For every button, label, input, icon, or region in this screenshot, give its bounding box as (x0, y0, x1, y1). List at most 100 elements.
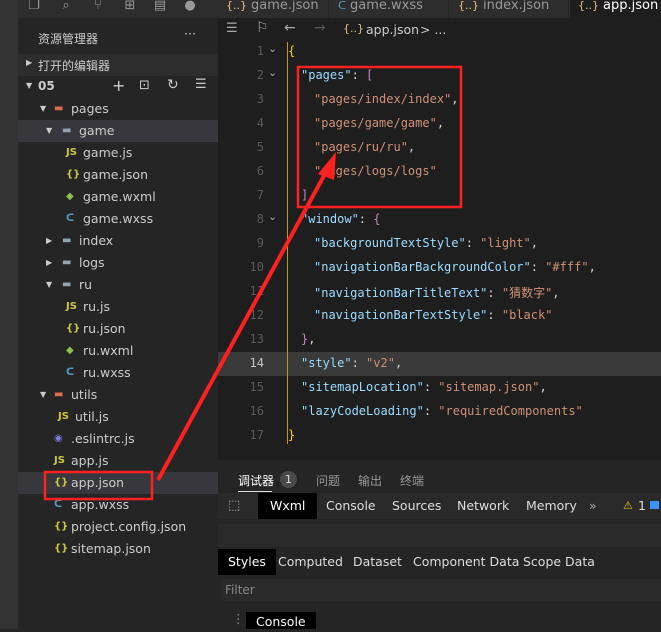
tree-item-ru[interactable]: ▼ ▬ ru (18, 274, 218, 296)
bookmark-icon[interactable]: ⚐ (256, 20, 269, 36)
back-icon[interactable]: ← (284, 20, 296, 36)
code-line[interactable]: { (288, 44, 295, 58)
tree-item-app-js[interactable]: JS app.js (18, 450, 218, 472)
code-token: "#fff" (545, 260, 589, 274)
tree-item-logs[interactable]: ▶ ▬ logs (18, 252, 218, 274)
tree-item-pages[interactable]: ▼ ▬ pages (18, 98, 218, 120)
line-number: 4 (256, 116, 264, 130)
more-tabs-button[interactable]: » (589, 498, 597, 513)
tab-index-json[interactable]: {..} index.json (450, 0, 569, 18)
more-actions-button[interactable]: ··· (184, 26, 196, 41)
code-line[interactable]: ], (301, 188, 315, 202)
drawer-tab-console[interactable]: Console (246, 612, 316, 629)
styles-tab-computed[interactable]: Computed (268, 549, 353, 575)
tree-item-game-js[interactable]: JS game.js (18, 142, 218, 164)
forward-icon[interactable]: → (314, 20, 326, 36)
panel-tab-3[interactable]: 终端 (400, 472, 424, 489)
breadcrumb-file[interactable]: app.json (366, 22, 419, 37)
devtools-tab-network[interactable]: Network (445, 493, 521, 519)
styles-filter-input[interactable]: Filter (221, 579, 661, 601)
tree-item-app-json[interactable]: {} app.json (18, 472, 218, 494)
code-line[interactable]: "lazyCodeLoading": "requiredComponents" (301, 404, 583, 418)
code-line[interactable]: "navigationBarTitleText": "猜数字", (314, 284, 560, 301)
outline-icon[interactable]: ☰ (226, 21, 238, 36)
tree-item-index[interactable]: ▶ ▬ index (18, 230, 218, 252)
code-token: "pages/index/index" (314, 92, 452, 106)
current-line-highlight (218, 352, 661, 376)
tree-item-project-config-json[interactable]: {} project.config.json (18, 516, 218, 538)
save-icon[interactable]: ▤ (152, 0, 168, 14)
debug-icon[interactable]: ● (182, 0, 198, 14)
fold-chevron-icon[interactable]: ⌄ (268, 42, 277, 55)
extensions-icon[interactable]: ⊞ (122, 0, 138, 14)
tree-item-label: app.js (71, 453, 109, 468)
breadcrumb-more[interactable]: > ... (420, 22, 446, 37)
code-line[interactable]: }, (301, 332, 315, 346)
devtools-tab-memory[interactable]: Memory (514, 493, 589, 519)
issue-count-badge: 1 (280, 471, 297, 488)
new-folder-icon[interactable]: ⊡ (139, 78, 150, 93)
code-line[interactable]: "pages/index/index", (314, 92, 459, 106)
folder-pages-icon: ▬ (54, 103, 64, 114)
devtools-tab-console[interactable]: Console (314, 493, 388, 519)
tab-game-json[interactable]: {..} game.json (218, 0, 329, 18)
refresh-icon[interactable]: ↻ (167, 77, 179, 93)
tree-item-game-wxss[interactable]: ᑕ game.wxss (18, 208, 218, 230)
drawer-menu-icon[interactable]: ⋮ (232, 611, 245, 626)
open-editors-label: 打开的编辑器 (38, 59, 111, 73)
tree-item-ru-js[interactable]: JS ru.js (18, 296, 218, 318)
tab-app-json[interactable]: {..} app.json (570, 0, 661, 18)
code-line[interactable]: "pages/ru/ru", (314, 140, 415, 154)
fold-chevron-icon[interactable]: ⌄ (268, 210, 277, 223)
code-line[interactable]: "style": "v2", (301, 356, 402, 370)
code-line[interactable]: "navigationBarTextStyle": "black" (314, 308, 552, 322)
new-file-icon[interactable]: + (112, 76, 125, 95)
code-token: "navigationBarTitleText" (314, 286, 488, 300)
tree-item-app-wxss[interactable]: ᑕ app.wxss (18, 494, 218, 516)
code-line[interactable]: "backgroundTextStyle": "light", (314, 236, 538, 250)
code-line[interactable]: "sitemapLocation": "sitemap.json", (301, 380, 547, 394)
tree-item-util-js[interactable]: JS util.js (18, 406, 218, 428)
code-token: "requiredComponents" (438, 404, 583, 418)
panel-tab-1[interactable]: 问题 (316, 472, 340, 489)
code-token: , (407, 140, 416, 154)
open-editors-section[interactable]: ▶ 打开的编辑器 (18, 54, 218, 76)
code-token: "pages/game/game" (314, 116, 437, 130)
code-line[interactable]: "navigationBarBackgroundColor": "#fff", (314, 260, 596, 274)
tab-game-wxss[interactable]: ᑕ game.wxss (330, 0, 449, 18)
tree-item-game-json[interactable]: {} game.json (18, 164, 218, 186)
tree-item-utils[interactable]: ▼ ▬ utils (18, 384, 218, 406)
code-line[interactable]: "pages": [ (301, 68, 373, 82)
tree-item-ru-json[interactable]: {} ru.json (18, 318, 218, 340)
tree-item--eslintrc-js[interactable]: ◉ .eslintrc.js (18, 428, 218, 450)
tree-item-game[interactable]: ▼ ▬ game (18, 120, 218, 142)
project-section[interactable]: ▼ 05 + ⊡ ↻ ☰ (18, 76, 218, 98)
folder-icon: ▬ (54, 389, 64, 400)
styles-tab-component-data[interactable]: Component Data (403, 549, 529, 575)
tree-item-game-wxml[interactable]: ◆ game.wxml (18, 186, 218, 208)
devtools-tab-sources[interactable]: Sources (380, 493, 453, 519)
fold-chevron-icon[interactable]: ⌄ (268, 66, 277, 79)
code-line[interactable]: "window": { (301, 212, 380, 226)
folder-icon: ▬ (62, 257, 72, 268)
panel-tab-0[interactable]: 调试器 (238, 472, 274, 489)
source-control-icon[interactable]: ⑂ (90, 0, 106, 14)
code-line[interactable]: "pages/logs/logs" (314, 164, 437, 178)
tree-item-sitemap-json[interactable]: {} sitemap.json (18, 538, 218, 560)
panel-tab-2[interactable]: 输出 (358, 472, 382, 489)
js-icon: JS (66, 301, 77, 312)
tree-item-label: project.config.json (71, 519, 187, 534)
code-line[interactable]: "pages/game/game", (314, 116, 444, 130)
search-icon[interactable]: ⌕ (58, 0, 74, 14)
styles-tab-dataset[interactable]: Dataset (343, 549, 412, 575)
code-line[interactable]: } (288, 428, 295, 442)
json-icon: {} (54, 477, 69, 488)
element-picker-icon[interactable]: ⬚ (228, 498, 240, 513)
styles-tab-scope-data[interactable]: Scope Data (513, 549, 605, 575)
tab-label: index.json (483, 0, 550, 13)
tree-item-ru-wxml[interactable]: ◆ ru.wxml (18, 340, 218, 362)
tree-item-ru-wxss[interactable]: ᑕ ru.wxss (18, 362, 218, 384)
explorer-icon[interactable]: ❐ (26, 0, 42, 14)
devtools-tab-wxml[interactable]: Wxml (258, 493, 318, 519)
collapse-all-icon[interactable]: ☰ (195, 77, 207, 92)
